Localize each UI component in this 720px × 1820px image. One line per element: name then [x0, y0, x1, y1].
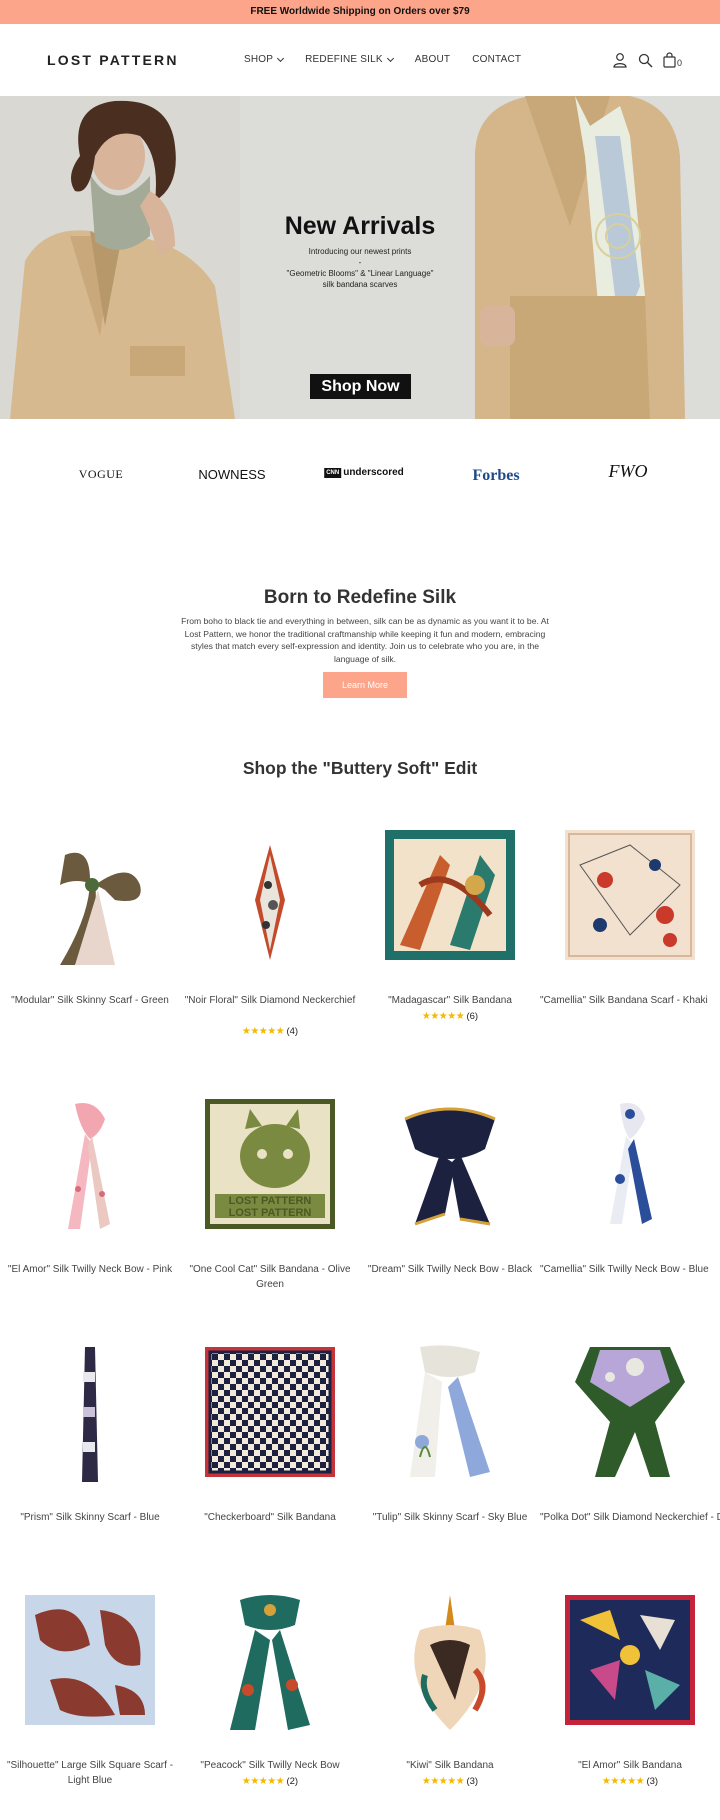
cart-button[interactable]: 0: [663, 52, 682, 68]
nav-item-redefine-silk[interactable]: REDEFINE SILK: [305, 54, 394, 65]
press-logo-fwo: FWO: [608, 461, 648, 481]
review-count: (2): [286, 1776, 299, 1787]
about-title: Born to Redefine Silk: [263, 587, 457, 608]
product-name[interactable]: "Prism" Silk Skinny Scarf - Blue: [0, 1510, 180, 1525]
shop-section-title: Shop the "Buttery Soft" Edit: [242, 758, 478, 778]
nav-item-contact[interactable]: CONTACT: [472, 54, 521, 65]
hero-banner: New Arrivals Introducing our newest prin…: [0, 96, 720, 419]
press-logos: VOGUE NOWNESS CNN underscored Forbes FWO: [0, 419, 720, 539]
product-image[interactable]: [560, 825, 700, 965]
chevron-down-icon: [277, 54, 285, 62]
main-nav: SHOP REDEFINE SILK ABOUT CONTACT: [244, 54, 543, 65]
press-logo-vogue: VOGUE: [78, 467, 124, 481]
svg-text:LOST PATTERN: LOST PATTERN: [229, 1207, 312, 1219]
product-name[interactable]: "Checkerboard" Silk Bandana: [180, 1510, 360, 1525]
press-logo-forbes: Forbes: [472, 467, 520, 484]
about-text: From boho to black tie and everything in…: [181, 616, 549, 664]
star-rating-icon: ★★★★★: [241, 1026, 287, 1037]
product-image[interactable]: [560, 1342, 700, 1482]
press-logo-nowness: NOWNESS: [198, 467, 266, 482]
star-rating-icon: ★★★★★: [601, 1776, 647, 1787]
product-name[interactable]: "Dream" Silk Twilly Neck Bow - Black: [360, 1262, 540, 1277]
shop-now-button[interactable]: Shop Now: [310, 374, 411, 399]
star-rating-icon: ★★★★★: [421, 1011, 467, 1022]
svg-text:LOST PATTERN: LOST PATTERN: [229, 1195, 312, 1207]
product-image[interactable]: [380, 825, 520, 965]
product-image[interactable]: [200, 825, 340, 965]
chevron-down-icon: [386, 54, 394, 62]
review-count: (3): [466, 1776, 479, 1787]
nav-label-redefine-silk: REDEFINE SILK: [305, 54, 383, 65]
nav-item-shop[interactable]: SHOP: [244, 54, 285, 65]
product-image[interactable]: [380, 1590, 520, 1730]
product-image[interactable]: [20, 1342, 160, 1482]
product-image[interactable]: [20, 1590, 160, 1730]
review-count: (3): [646, 1776, 659, 1787]
product-image[interactable]: [20, 825, 160, 965]
product-rating[interactable]: ★★★★★ (2): [180, 1776, 360, 1787]
nav-label-contact: CONTACT: [472, 54, 522, 65]
hero-model-left-image: [0, 96, 240, 419]
cnn-badge-icon: CNN: [324, 467, 342, 478]
press-logo-underscored-text: underscored: [343, 467, 404, 478]
learn-more-button[interactable]: Learn More: [323, 672, 407, 698]
hero-model-right-image: [470, 96, 690, 419]
product-image[interactable]: [20, 1094, 160, 1234]
hero-title: New Arrivals: [284, 212, 436, 240]
product-name[interactable]: "Camellia" Silk Bandana Scarf - Khaki: [540, 993, 720, 1008]
product-name[interactable]: "Madagascar" Silk Bandana: [360, 993, 540, 1008]
star-rating-icon: ★★★★★: [421, 1776, 467, 1787]
product-image[interactable]: [380, 1094, 520, 1234]
nav-label-about: ABOUT: [414, 54, 451, 65]
product-name[interactable]: "El Amor" Silk Twilly Neck Bow - Pink: [0, 1262, 180, 1277]
press-logo-cnn-underscored: CNN underscored: [324, 467, 404, 478]
site-logo[interactable]: LOST PATTERN: [47, 52, 179, 68]
review-count: (6): [466, 1011, 479, 1022]
review-count: (4): [286, 1026, 299, 1037]
cart-count: 0: [677, 58, 683, 68]
announcement-bar: FREE Worldwide Shipping on Orders over $…: [0, 0, 720, 24]
product-name[interactable]: "Camellia" Silk Twilly Neck Bow - Blue: [540, 1262, 720, 1277]
hero-subtitle-line-3: "Geometric Blooms" & "Linear Language": [286, 269, 434, 278]
account-icon[interactable]: [612, 52, 628, 68]
product-name[interactable]: "Tulip" Silk Skinny Scarf - Sky Blue: [360, 1510, 540, 1525]
header-icons: 0: [612, 52, 682, 68]
product-name[interactable]: "Kiwi" Silk Bandana: [360, 1758, 540, 1773]
product-image[interactable]: [560, 1094, 700, 1234]
star-rating-icon: ★★★★★: [241, 1776, 287, 1787]
cart-bag-icon: [663, 52, 676, 68]
hero-subtitle-line-4: silk bandana scarves: [322, 280, 398, 289]
product-name[interactable]: "One Cool Cat" Silk Bandana - Olive Gree…: [180, 1262, 360, 1292]
product-name[interactable]: "Noir Floral" Silk Diamond Neckerchief: [180, 993, 360, 1008]
product-rating[interactable]: ★★★★★ (6): [360, 1011, 540, 1022]
product-name[interactable]: "Polka Dot" Silk Diamond Neckerchief - D…: [540, 1510, 720, 1525]
hero-subtitle-line-1: Introducing our newest prints: [308, 247, 412, 256]
product-rating[interactable]: ★★★★★ (4): [180, 1026, 360, 1037]
nav-item-about[interactable]: ABOUT: [415, 54, 450, 65]
product-image[interactable]: [200, 1590, 340, 1730]
product-image[interactable]: [200, 1342, 340, 1482]
product-image[interactable]: LOST PATTERNLOST PATTERN: [200, 1094, 340, 1234]
site-header: LOST PATTERN SHOP REDEFINE SILK ABOUT CO…: [0, 24, 720, 96]
product-rating[interactable]: ★★★★★ (3): [360, 1776, 540, 1787]
product-name[interactable]: "Silhouette" Large Silk Square Scarf - L…: [0, 1758, 180, 1788]
hero-subtitle-line-2: -: [358, 258, 362, 267]
product-image[interactable]: [380, 1342, 520, 1482]
nav-label-shop: SHOP: [244, 54, 274, 65]
product-name[interactable]: "Modular" Silk Skinny Scarf - Green: [0, 993, 180, 1008]
product-rating[interactable]: ★★★★★ (3): [540, 1776, 720, 1787]
product-image[interactable]: [560, 1590, 700, 1730]
product-name[interactable]: "El Amor" Silk Bandana: [540, 1758, 720, 1773]
search-icon[interactable]: [638, 53, 653, 68]
product-name[interactable]: "Peacock" Silk Twilly Neck Bow: [180, 1758, 360, 1773]
